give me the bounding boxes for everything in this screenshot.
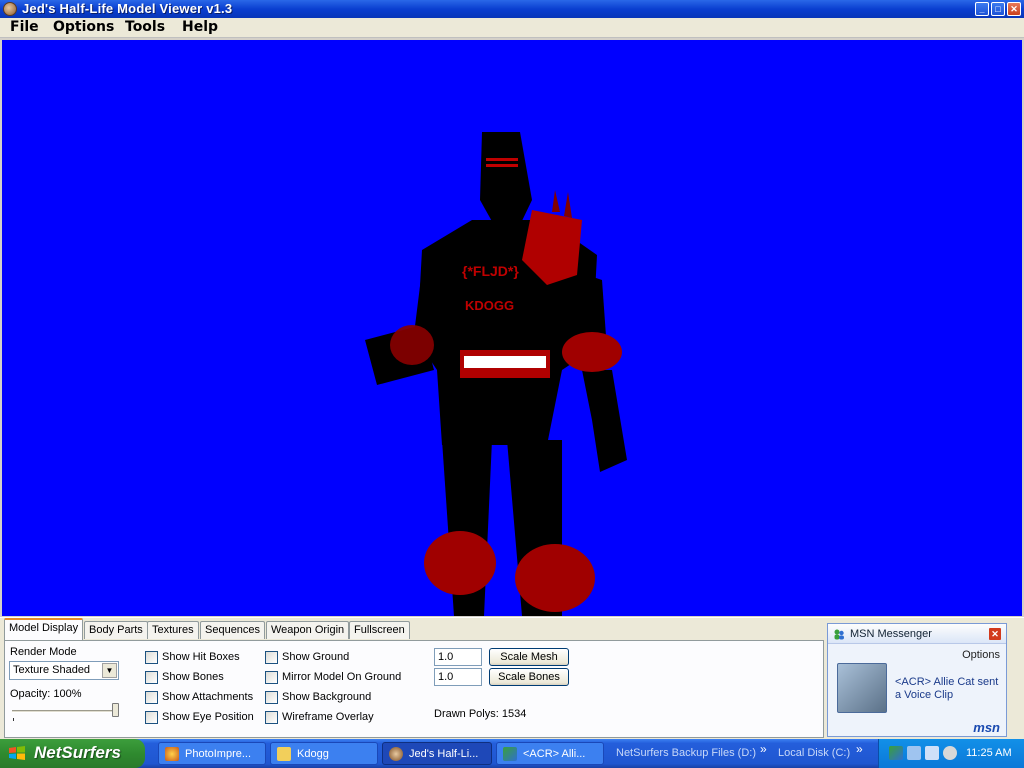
close-button[interactable]: ✕ <box>1007 2 1021 16</box>
taskbar: NetSurfers PhotoImpre... Kdogg Jed's Hal… <box>0 739 1024 768</box>
msn-buddy-icon <box>503 747 517 761</box>
tab-fullscreen[interactable]: Fullscreen <box>349 621 410 639</box>
menu-options[interactable]: Options <box>53 19 114 35</box>
volume-icon[interactable] <box>943 746 957 760</box>
scale-bones-input[interactable]: 1.0 <box>434 668 482 686</box>
tab-textures[interactable]: Textures <box>147 621 199 639</box>
show-bones-label: Show Bones <box>162 671 224 683</box>
title-bar: Jed's Half-Life Model Viewer v1.3 _ □ ✕ <box>0 0 1024 18</box>
slider-tick <box>13 718 14 721</box>
msn-tray-icon[interactable] <box>889 746 903 760</box>
tab-model-display[interactable]: Model Display <box>4 618 84 640</box>
wireframe-overlay-checkbox[interactable] <box>265 711 278 724</box>
render-mode-label: Render Mode <box>10 646 77 658</box>
task-kdogg-folder[interactable]: Kdogg <box>270 742 378 765</box>
task-msn-conversation[interactable]: <ACR> Alli... <box>496 742 604 765</box>
menu-tools[interactable]: Tools <box>125 19 165 35</box>
tab-weapon-origin[interactable]: Weapon Origin <box>266 621 350 639</box>
msn-logo: msn <box>973 720 1000 735</box>
start-label: NetSurfers <box>34 743 121 762</box>
show-background-checkbox[interactable] <box>265 691 278 704</box>
menu-file[interactable]: File <box>10 19 39 35</box>
mirror-model-label: Mirror Model On Ground <box>282 671 402 683</box>
scale-mesh-input[interactable]: 1.0 <box>434 648 482 666</box>
render-mode-value: Texture Shaded <box>13 664 91 676</box>
windows-flag-icon <box>9 746 25 760</box>
minimize-button[interactable]: _ <box>975 2 989 16</box>
model-render: {*FLJD*} KDOGG <box>365 132 627 616</box>
show-background-label: Show Background <box>282 691 372 703</box>
chevron-right-icon[interactable]: » <box>760 742 767 756</box>
notification-message[interactable]: <ACR> Allie Cat sent a Voice Clip <box>895 676 1003 702</box>
wireframe-overlay-label: Wireframe Overlay <box>282 711 374 723</box>
task-model-viewer[interactable]: Jed's Half-Li... <box>382 742 492 765</box>
chevron-right-icon[interactable]: » <box>856 742 863 756</box>
system-tray: 11:25 AM <box>878 739 1024 768</box>
quicklink-backup-drive[interactable]: NetSurfers Backup Files (D:) <box>616 747 756 759</box>
tab-sequences[interactable]: Sequences <box>200 621 266 639</box>
task-label: Jed's Half-Li... <box>409 748 479 760</box>
notification-header: MSN Messenger ✕ <box>828 624 1006 644</box>
task-photoimpact[interactable]: PhotoImpre... <box>158 742 266 765</box>
scale-mesh-button[interactable]: Scale Mesh <box>489 648 569 666</box>
start-button[interactable]: NetSurfers <box>0 739 145 768</box>
app-icon <box>3 2 17 16</box>
msn-notification[interactable]: MSN Messenger ✕ Options <ACR> Allie Cat … <box>827 623 1007 737</box>
model-viewport[interactable]: {*FLJD*} KDOGG <box>2 40 1022 616</box>
opacity-slider[interactable] <box>12 710 116 713</box>
task-label: <ACR> Alli... <box>523 748 586 760</box>
chevron-down-icon[interactable]: ▼ <box>102 663 117 678</box>
close-icon[interactable]: ✕ <box>989 628 1001 640</box>
render-mode-select[interactable]: Texture Shaded ▼ <box>9 661 119 680</box>
network-icon-2[interactable] <box>925 746 939 760</box>
notification-title: MSN Messenger <box>850 628 932 640</box>
window-title: Jed's Half-Life Model Viewer v1.3 <box>22 1 233 16</box>
show-attachments-label: Show Attachments <box>162 691 254 703</box>
drawn-polys-label: Drawn Polys: 1534 <box>434 708 527 720</box>
notification-options-link[interactable]: Options <box>962 649 1000 661</box>
scale-bones-button[interactable]: Scale Bones <box>489 668 569 686</box>
opacity-label: Opacity: 100% <box>10 688 82 700</box>
maximize-button[interactable]: □ <box>991 2 1005 16</box>
photoimpact-icon <box>165 747 179 761</box>
menu-bar: File Options Tools Help <box>0 18 1024 38</box>
menu-help[interactable]: Help <box>182 19 218 35</box>
clock: 11:25 AM <box>966 747 1012 759</box>
tab-body-model-display <box>4 640 824 738</box>
mirror-model-checkbox[interactable] <box>265 671 278 684</box>
quicklink-local-disk[interactable]: Local Disk (C:) <box>778 747 850 759</box>
contact-avatar <box>837 663 887 713</box>
show-ground-label: Show Ground <box>282 651 350 663</box>
show-hit-boxes-checkbox[interactable] <box>145 651 158 664</box>
show-hit-boxes-label: Show Hit Boxes <box>162 651 240 663</box>
chest-text: {*FLJD*} <box>462 263 519 279</box>
show-ground-checkbox[interactable] <box>265 651 278 664</box>
show-eye-position-label: Show Eye Position <box>162 711 254 723</box>
show-bones-checkbox[interactable] <box>145 671 158 684</box>
task-label: PhotoImpre... <box>185 748 252 760</box>
model-name-text: KDOGG <box>465 298 514 313</box>
opacity-slider-thumb[interactable] <box>112 703 119 717</box>
msn-buddy-icon <box>834 629 844 640</box>
show-eye-position-checkbox[interactable] <box>145 711 158 724</box>
tab-body-parts[interactable]: Body Parts <box>84 621 148 639</box>
network-icon[interactable] <box>907 746 921 760</box>
model-viewer-icon <box>389 747 403 761</box>
folder-icon <box>277 747 291 761</box>
show-attachments-checkbox[interactable] <box>145 691 158 704</box>
task-label: Kdogg <box>297 748 329 760</box>
